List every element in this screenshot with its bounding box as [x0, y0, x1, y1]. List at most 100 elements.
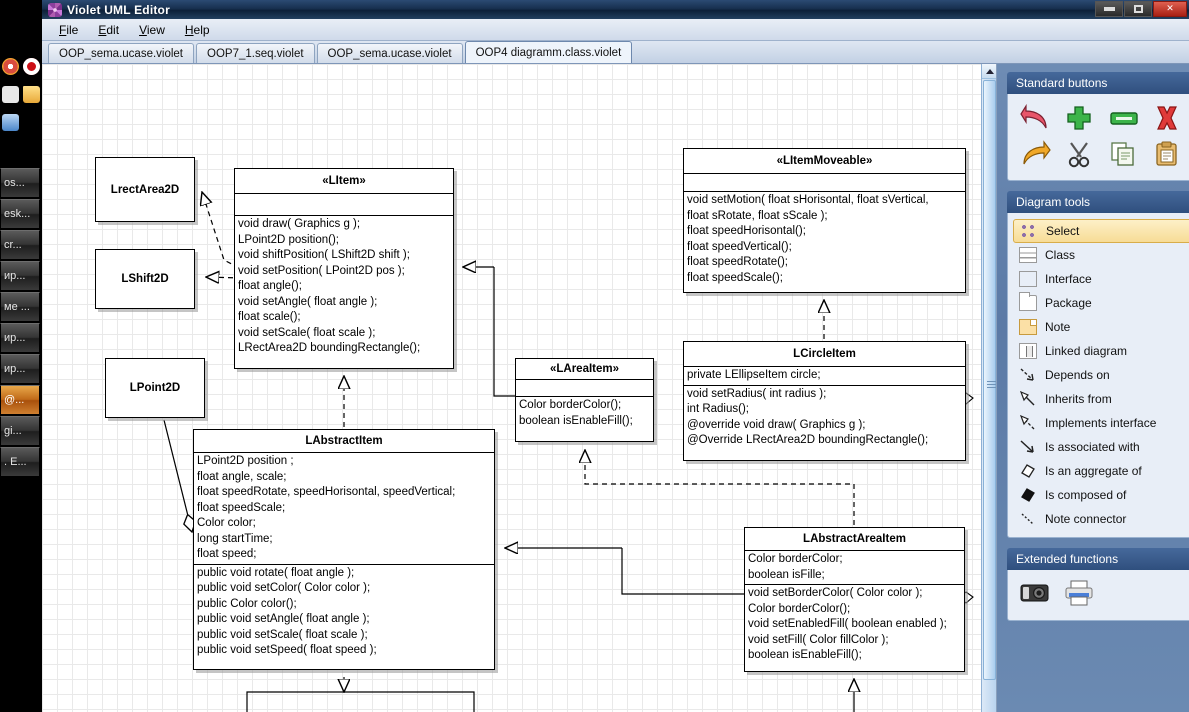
- close-button[interactable]: ✕: [1153, 1, 1187, 17]
- app-grey-icon[interactable]: [2, 85, 19, 103]
- uml-line: void setMotion( float sHorisontal, float…: [687, 194, 929, 206]
- menu-help-rest: elp: [193, 22, 210, 37]
- uml-attributes: LPoint2D position ; float angle, scale; …: [194, 452, 494, 564]
- tool-note[interactable]: Note: [1013, 315, 1189, 339]
- uml-node-LPoint2D[interactable]: LPoint2D: [105, 358, 205, 418]
- green-plus-icon: [1067, 106, 1091, 130]
- uml-node-LItem[interactable]: «LItem» void draw( Graphics g ); LPoint2…: [234, 168, 454, 369]
- taskbar-button[interactable]: . E...: [0, 447, 40, 477]
- diagram-canvas[interactable]: LrectArea2D LShift2D LPoint2D «LItem» vo…: [42, 64, 997, 712]
- printer-icon: [1065, 580, 1093, 606]
- menu-view-rest: iew: [146, 22, 165, 37]
- screenshot-button[interactable]: [1020, 580, 1054, 610]
- redo-button[interactable]: [1020, 140, 1054, 170]
- uml-line: int Radius();: [687, 403, 749, 415]
- tab-oop7-1-seq[interactable]: OOP7_1.seq.violet: [196, 43, 315, 63]
- panel-header[interactable]: Standard buttons ▲: [1007, 72, 1189, 94]
- uml-operations: void setMotion( float sHorisontal, float…: [684, 191, 965, 287]
- uml-line: public void setColor( Color color );: [197, 582, 371, 594]
- uml-line: public void rotate( float angle );: [197, 566, 355, 579]
- canvas-vertical-scrollbar[interactable]: [981, 64, 996, 712]
- uml-node-title: LAbstractItem: [305, 435, 383, 447]
- opera-icon[interactable]: [23, 57, 40, 75]
- tab-oop-sema-ucase-2[interactable]: OOP_sema.ucase.violet: [316, 43, 463, 63]
- copy-button[interactable]: [1108, 140, 1142, 170]
- undo-button[interactable]: [1020, 103, 1054, 134]
- tool-interface[interactable]: Interface: [1013, 267, 1189, 291]
- maximize-button[interactable]: [1124, 1, 1152, 17]
- minimize-button[interactable]: [1095, 1, 1123, 17]
- uml-node-title: «LItemMoveable»: [776, 155, 873, 167]
- delete-button[interactable]: [1152, 104, 1186, 134]
- add-button[interactable]: [1064, 104, 1098, 134]
- scroll-up-button[interactable]: [982, 64, 996, 79]
- menu-help[interactable]: Help: [176, 21, 219, 39]
- menu-edit[interactable]: Edit: [89, 21, 128, 39]
- uml-line: public void setAngle( float angle );: [197, 613, 370, 625]
- menu-view[interactable]: View: [130, 21, 174, 39]
- tool-linked-diagram[interactable]: Linked diagram: [1013, 339, 1189, 363]
- taskbar-top-fill: [0, 0, 42, 52]
- tool-inherits-from[interactable]: Inherits from: [1013, 387, 1189, 411]
- uml-node-LAreaItem[interactable]: «LAreaItem» Color borderColor(); boolean…: [515, 358, 654, 442]
- scissors-icon: [1068, 142, 1090, 168]
- uml-line: float speed;: [197, 548, 257, 560]
- taskbar-button[interactable]: cr...: [0, 230, 40, 260]
- uml-node-LrectArea2D[interactable]: LrectArea2D: [95, 157, 195, 222]
- paste-button[interactable]: [1152, 140, 1186, 170]
- tool-label: Is composed of: [1045, 488, 1127, 502]
- taskbar-button[interactable]: ир...: [0, 323, 40, 353]
- cut-button[interactable]: [1064, 140, 1098, 170]
- tool-package[interactable]: Package: [1013, 291, 1189, 315]
- undo-arrow-icon: [1020, 103, 1047, 129]
- window-controls: ✕: [1095, 1, 1187, 17]
- panel-body: [1007, 94, 1189, 181]
- menu-file[interactable]: File: [50, 21, 87, 39]
- taskbar-button[interactable]: ир...: [0, 354, 40, 384]
- tool-is-composed-of[interactable]: Is composed of: [1013, 483, 1189, 507]
- uml-line: void setScale( float scale );: [238, 326, 376, 339]
- tool-label: Note connector: [1045, 512, 1127, 526]
- chrome-icon[interactable]: [2, 57, 19, 75]
- uml-node-LAbstractAreaItem[interactable]: LAbstractAreaItem Color borderColor; boo…: [744, 527, 965, 672]
- tool-note-connector[interactable]: Note connector: [1013, 507, 1189, 531]
- uml-node-title: «LItem»: [322, 175, 366, 187]
- remove-button[interactable]: [1108, 104, 1142, 134]
- uml-node-LCircleItem[interactable]: LCircleItem private LEllipseItem circle;…: [683, 341, 966, 461]
- uml-line: float speedScale();: [687, 271, 783, 284]
- clipboard-paste-icon: [1156, 141, 1177, 166]
- uml-node-LAbstractItem[interactable]: LAbstractItem LPoint2D position ; float …: [193, 429, 495, 670]
- tool-is-associated-with[interactable]: Is associated with: [1013, 435, 1189, 459]
- tool-label: Linked diagram: [1045, 344, 1128, 358]
- panel-header[interactable]: Diagram tools ▲: [1007, 191, 1189, 213]
- taskbar-button[interactable]: ме ...: [0, 292, 40, 322]
- uml-node-LItemMoveable[interactable]: «LItemMoveable» void setMotion( float sH…: [683, 148, 966, 293]
- taskbar-button-active[interactable]: @...: [0, 385, 40, 415]
- uml-line: void setRadius( int radius );: [687, 387, 827, 400]
- tool-class[interactable]: Class: [1013, 243, 1189, 267]
- taskbar-button[interactable]: os...: [0, 168, 40, 198]
- tab-oop4-diagramm-class[interactable]: OOP4 diagramm.class.violet: [464, 41, 633, 63]
- taskbar-button[interactable]: ир...: [0, 261, 40, 291]
- scrollbar-thumb[interactable]: [983, 80, 996, 680]
- uml-operations: Color borderColor(); boolean isEnableFil…: [516, 396, 653, 430]
- tool-implements-interface[interactable]: Implements interface: [1013, 411, 1189, 435]
- window-title: Violet UML Editor: [67, 2, 170, 17]
- panel-header[interactable]: Extended functions ▲: [1007, 548, 1189, 570]
- uml-node-LShift2D[interactable]: LShift2D: [95, 249, 195, 309]
- tab-oop-sema-ucase-1[interactable]: OOP_sema.ucase.violet: [48, 43, 195, 63]
- print-button[interactable]: [1064, 580, 1098, 610]
- taskbar-button[interactable]: esk...: [0, 199, 40, 229]
- maximize-icon: [1133, 5, 1143, 13]
- tool-label: Is associated with: [1045, 440, 1140, 454]
- uml-attributes: [516, 379, 653, 396]
- blue-app-icon[interactable]: [2, 113, 19, 131]
- green-minus-icon: [1110, 112, 1138, 125]
- tool-is-an-aggregate-of[interactable]: Is an aggregate of: [1013, 459, 1189, 483]
- uml-operations: void draw( Graphics g ); LPoint2D positi…: [235, 215, 453, 358]
- tool-select[interactable]: Select: [1013, 219, 1189, 243]
- taskbar-button[interactable]: gi...: [0, 416, 40, 446]
- desktop-taskbar: os... esk... cr... ир... ме ... ир... ир…: [0, 0, 42, 712]
- folder-icon[interactable]: [23, 85, 40, 103]
- tool-depends-on[interactable]: Depends on: [1013, 363, 1189, 387]
